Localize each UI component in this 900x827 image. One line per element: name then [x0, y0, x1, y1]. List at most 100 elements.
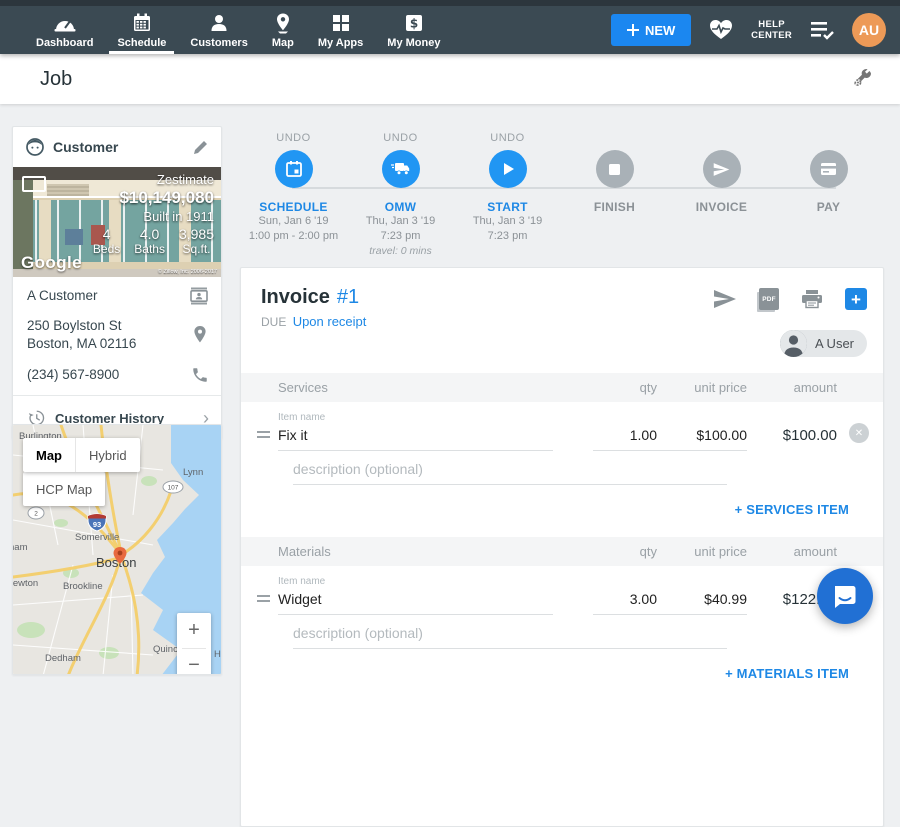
- customer-name: A Customer: [27, 287, 189, 305]
- svg-text:2: 2: [34, 511, 38, 518]
- due-terms-link[interactable]: Upon receipt: [293, 314, 367, 329]
- calendar-icon: [285, 160, 303, 178]
- nav-actions: NEW HELP CENTER AU: [611, 6, 900, 54]
- customer-card-header: Customer: [13, 127, 221, 167]
- add-invoice-button[interactable]: +: [845, 288, 867, 310]
- amount-column-header: amount: [747, 544, 837, 559]
- invoice-card: Invoice #1 DUE Upon receipt PDF + A User…: [240, 267, 884, 827]
- invoice-number[interactable]: #1: [337, 286, 359, 309]
- property-photo[interactable]: Zestimate $10,149,080 Built in 1911 4 Be…: [13, 167, 221, 277]
- zoom-in-button[interactable]: +: [177, 613, 211, 648]
- baths-stat: 4.0 Baths: [134, 226, 165, 256]
- drag-handle-icon[interactable]: [257, 428, 278, 451]
- remove-item-icon[interactable]: ✕: [849, 423, 869, 443]
- zoom-out-button[interactable]: −: [177, 649, 211, 676]
- drag-handle-icon[interactable]: [257, 592, 278, 615]
- nav-item-my-apps[interactable]: My Apps: [306, 6, 375, 54]
- map-pin-icon: [272, 12, 294, 34]
- material-qty-input[interactable]: 3.00: [593, 591, 657, 615]
- customer-card-title: Customer: [53, 139, 192, 155]
- pay-step-button[interactable]: [810, 150, 848, 188]
- phone-icon[interactable]: [191, 366, 209, 384]
- edit-pencil-icon[interactable]: [192, 139, 209, 156]
- new-button[interactable]: NEW: [611, 14, 691, 46]
- health-heart-icon[interactable]: [708, 18, 734, 42]
- unit-price-column-header: unit price: [657, 380, 747, 395]
- map-label: ham: [13, 542, 28, 553]
- omw-step-button[interactable]: [382, 150, 420, 188]
- add-materials-item-link[interactable]: + MATERIALS ITEM: [725, 666, 849, 681]
- chat-launcher-button[interactable]: [817, 568, 873, 624]
- services-section-header: Services qty unit price amount: [241, 373, 883, 402]
- nav-item-schedule[interactable]: Schedule: [105, 6, 178, 54]
- invoice-step-button[interactable]: [703, 150, 741, 188]
- service-unit-price-input[interactable]: $100.00: [657, 427, 747, 451]
- map-label: Hi: [214, 649, 222, 660]
- timeline-step-pay: PAY: [775, 132, 882, 262]
- map-button[interactable]: Map: [23, 438, 76, 472]
- assignee-avatar-icon: [780, 330, 807, 357]
- undo-link[interactable]: UNDO: [383, 132, 417, 146]
- undo-link[interactable]: UNDO: [276, 132, 310, 146]
- play-icon: [500, 161, 516, 177]
- material-description-row: description (optional): [241, 615, 883, 649]
- chat-icon: [832, 583, 858, 609]
- customer-address-row: 250 Boylston St Boston, MA 02116: [13, 315, 221, 362]
- print-icon[interactable]: [801, 289, 823, 309]
- job-status-timeline: UNDO SCHEDULE Sun, Jan 6 '19 1:00 pm - 2…: [240, 132, 884, 262]
- truck-icon: [391, 161, 411, 177]
- user-avatar[interactable]: AU: [852, 13, 886, 47]
- job-settings-icon[interactable]: [850, 67, 874, 91]
- map-label: Newton: [13, 578, 38, 589]
- service-qty-input[interactable]: 1.00: [593, 427, 657, 451]
- finish-step-button[interactable]: [596, 150, 634, 188]
- service-description-input[interactable]: description (optional): [293, 461, 727, 485]
- google-logo: Google: [21, 253, 82, 273]
- material-item-name-input[interactable]: Widget: [278, 591, 553, 615]
- pdf-icon[interactable]: PDF: [759, 288, 779, 310]
- material-unit-price-input[interactable]: $40.99: [657, 591, 747, 615]
- invoice-title: Invoice: [261, 286, 330, 309]
- contact-card-icon[interactable]: [189, 286, 209, 306]
- assignee-name: A User: [815, 336, 854, 351]
- material-item-row: Item name Widget 3.00 $40.99 $122.97 ✕: [241, 566, 883, 615]
- item-name-label: Item name: [278, 576, 553, 587]
- nav-item-dashboard[interactable]: Dashboard: [24, 6, 105, 54]
- help-center-link[interactable]: HELP CENTER: [751, 19, 792, 41]
- due-label: DUE: [261, 315, 286, 329]
- timeline-step-invoice: INVOICE: [668, 132, 775, 262]
- add-services-item-link[interactable]: + SERVICES ITEM: [735, 502, 849, 517]
- built-year: Built in 1911: [93, 209, 214, 224]
- material-description-input[interactable]: description (optional): [293, 625, 727, 649]
- route-107-shield: 107: [163, 481, 183, 493]
- street-view-frame-icon[interactable]: [22, 176, 46, 192]
- qty-column-header: qty: [593, 380, 657, 395]
- assignee-chip[interactable]: A User: [780, 330, 867, 357]
- customer-address: 250 Boylston St Boston, MA 02116: [27, 317, 191, 353]
- undo-link[interactable]: UNDO: [490, 132, 524, 146]
- customer-face-icon: [25, 137, 45, 157]
- unit-price-column-header: unit price: [657, 544, 747, 559]
- hcp-map-button[interactable]: HCP Map: [23, 472, 105, 506]
- start-step-button[interactable]: [489, 150, 527, 188]
- beds-stat: 4 Beds: [93, 226, 120, 256]
- send-icon: [713, 162, 730, 177]
- sqft-stat: 3,985 Sq.ft.: [179, 226, 214, 256]
- nav-item-map[interactable]: Map: [260, 6, 306, 54]
- tasks-list-icon[interactable]: [809, 20, 835, 40]
- nav-label: My Money: [387, 37, 440, 49]
- customer-card: Customer Zestimate $10,149,080 Built in …: [12, 126, 222, 439]
- timeline-step-omw: UNDO OMW Thu, Jan 3 '19 7:23 pm travel: …: [347, 132, 454, 262]
- schedule-step-button[interactable]: [275, 150, 313, 188]
- calendar-icon: [131, 12, 153, 34]
- timeline-step-schedule: UNDO SCHEDULE Sun, Jan 6 '19 1:00 pm - 2…: [240, 132, 347, 262]
- service-item-name-input[interactable]: Fix it: [278, 427, 553, 451]
- timeline-step-start: UNDO START Thu, Jan 3 '19 7:23 pm: [454, 132, 561, 262]
- hybrid-button[interactable]: Hybrid: [76, 438, 140, 472]
- nav-item-my-money[interactable]: $ My Money: [375, 6, 452, 54]
- zestimate-overlay: Zestimate $10,149,080 Built in 1911 4 Be…: [93, 172, 214, 256]
- customer-phone: (234) 567-8900: [27, 366, 191, 384]
- send-invoice-icon[interactable]: [713, 289, 737, 309]
- location-pin-icon[interactable]: [191, 325, 209, 345]
- nav-item-customers[interactable]: Customers: [178, 6, 259, 54]
